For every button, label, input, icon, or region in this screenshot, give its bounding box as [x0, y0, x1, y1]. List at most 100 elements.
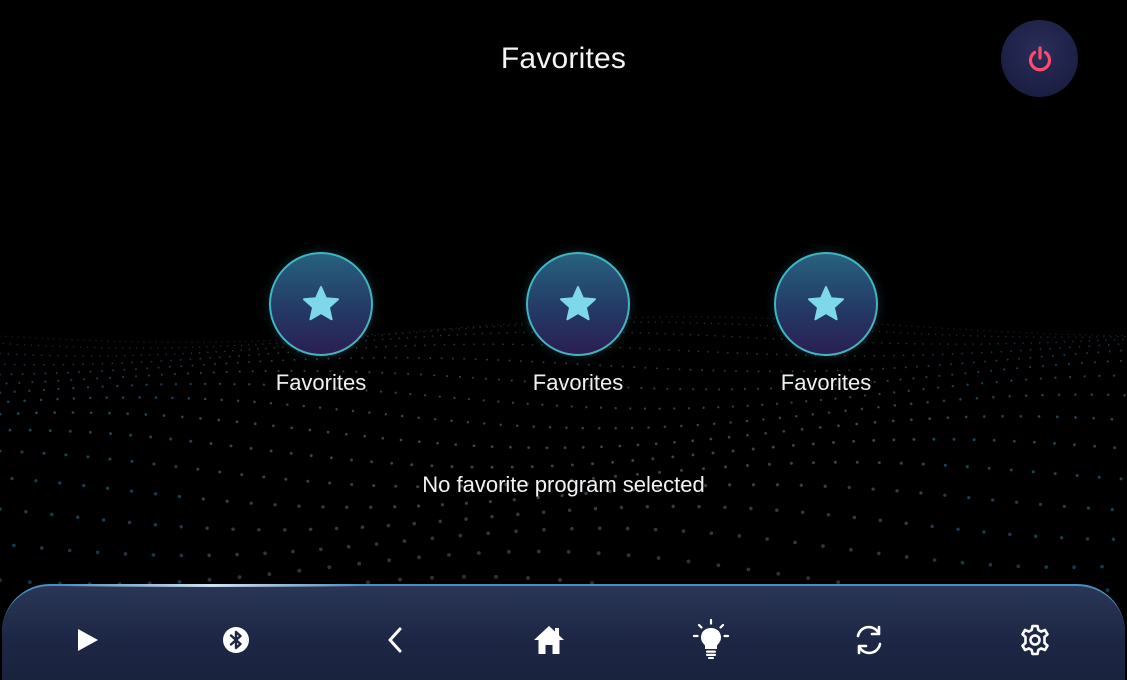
background-dot [321, 505, 325, 509]
background-dot [100, 370, 103, 372]
favorite-slot-3[interactable]: Favorites [756, 252, 896, 396]
background-dot [701, 316, 703, 318]
nav-settings-button[interactable] [1005, 610, 1065, 670]
background-dot [893, 404, 897, 407]
favorite-slot-1[interactable]: Favorites [251, 252, 391, 396]
background-dot [948, 334, 951, 336]
background-dot [327, 565, 332, 570]
nav-sync-button[interactable] [839, 610, 899, 670]
background-dot [458, 375, 462, 378]
background-dot [675, 321, 677, 324]
background-dot [443, 343, 446, 346]
background-dot [130, 459, 134, 463]
favorite-slot-2[interactable]: Favorites [508, 252, 648, 396]
background-dot [119, 340, 121, 342]
background-dot [58, 345, 61, 348]
star-icon [808, 286, 844, 321]
background-dot [666, 387, 669, 390]
background-dot [618, 444, 622, 448]
background-dot [72, 397, 76, 400]
background-dot [173, 373, 176, 376]
background-dot [486, 326, 488, 328]
background-dot [1110, 507, 1114, 512]
background-dot [453, 396, 456, 400]
navbar-highlight [62, 584, 362, 587]
background-dot [703, 322, 706, 324]
background-dot [410, 463, 414, 467]
background-dot [658, 407, 661, 410]
background-dot [697, 504, 701, 509]
background-dot [171, 347, 173, 349]
background-dot [541, 510, 546, 514]
background-dot [121, 362, 123, 364]
background-dot [416, 331, 418, 333]
background-dot [455, 327, 457, 329]
background-dot [82, 363, 84, 366]
nav-back-button[interactable] [366, 610, 426, 670]
background-dot [678, 368, 681, 371]
background-dot [269, 449, 273, 453]
favorite-button[interactable] [774, 252, 878, 356]
background-dot [555, 404, 559, 407]
nav-light-button[interactable] [681, 610, 741, 670]
background-dot [57, 354, 59, 357]
background-dot [394, 372, 397, 375]
power-button[interactable] [1001, 20, 1078, 97]
background-dot [145, 383, 148, 387]
background-dot [44, 380, 47, 383]
background-dot [1109, 334, 1111, 336]
background-dot [154, 396, 158, 399]
background-dot [42, 451, 46, 455]
nav-bluetooth-button[interactable] [206, 610, 266, 670]
background-dot [436, 441, 439, 445]
background-dot [565, 426, 568, 430]
background-dot [1093, 444, 1097, 448]
nav-play-button[interactable] [57, 610, 117, 670]
background-dot [164, 347, 166, 349]
background-dot [514, 529, 518, 534]
favorite-button[interactable] [269, 252, 373, 356]
background-dot [1007, 331, 1009, 333]
favorite-label: Favorites [780, 370, 872, 395]
background-dot [512, 498, 516, 502]
background-dot [746, 404, 749, 407]
background-dot [394, 391, 397, 394]
background-dot [114, 347, 117, 349]
background-dot [1031, 332, 1033, 334]
background-dot [497, 378, 500, 381]
background-dot [71, 411, 75, 414]
background-dot [30, 344, 33, 346]
background-dot [68, 429, 72, 433]
background-dot [35, 411, 38, 415]
background-dot [1044, 565, 1049, 569]
background-dot [1013, 331, 1015, 333]
background-dot [49, 354, 51, 357]
background-dot [724, 323, 727, 325]
background-dot [451, 328, 453, 331]
background-dot [483, 422, 486, 425]
background-dot [922, 388, 925, 391]
background-dot [205, 526, 209, 530]
background-dot [326, 430, 330, 434]
nav-home-button[interactable] [519, 610, 579, 670]
background-dot [218, 356, 221, 359]
background-dot [190, 352, 193, 354]
background-dot [196, 467, 200, 471]
background-dot [502, 343, 504, 346]
background-dot [1093, 361, 1096, 364]
background-dot [83, 339, 85, 341]
background-dot [713, 316, 715, 318]
background-dot [904, 521, 908, 526]
background-dot [891, 419, 895, 423]
background-dot [11, 336, 13, 338]
background-dot [91, 363, 94, 365]
background-dot [775, 508, 779, 512]
background-dot [318, 406, 322, 409]
favorite-button[interactable] [526, 252, 630, 356]
background-dot [90, 355, 93, 357]
background-dot [59, 338, 61, 340]
background-dot [570, 526, 574, 531]
background-dot [231, 527, 235, 531]
background-dot [1005, 342, 1008, 345]
background-dot [221, 341, 223, 343]
